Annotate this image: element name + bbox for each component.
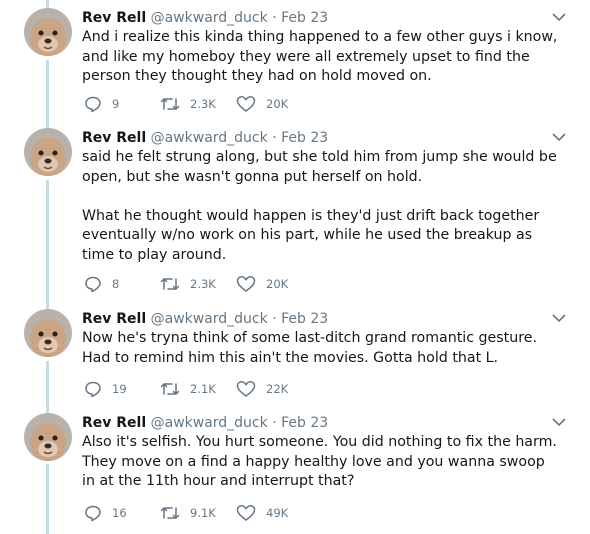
tweet-text: said he felt strung along, but she told … xyxy=(82,148,562,265)
tweet-header: Rev Rell @awkward_duck · Feb 23 xyxy=(82,128,328,148)
like-button[interactable]: 22K xyxy=(236,379,288,399)
tweet-header: Rev Rell @awkward_duck · Feb 23 xyxy=(82,8,328,28)
separator: · xyxy=(272,311,277,327)
retweet-icon xyxy=(160,98,180,110)
separator: · xyxy=(272,130,277,146)
reply-button[interactable]: 19 xyxy=(84,379,127,399)
heart-icon xyxy=(236,276,256,292)
reply-count: 16 xyxy=(112,506,127,520)
tweet-paragraph: said he felt strung along, but she told … xyxy=(82,149,557,185)
avatar[interactable] xyxy=(24,128,72,176)
retweet-count: 9.1K xyxy=(190,506,216,520)
reply-button[interactable]: 8 xyxy=(84,274,119,294)
tweet-text: Now he's tryna think of some last-ditch … xyxy=(82,329,562,368)
author-name[interactable]: Rev Rell xyxy=(82,130,146,146)
tweet-paragraph: What he thought would happen is they'd j… xyxy=(82,207,540,263)
chevron-down-icon[interactable] xyxy=(552,313,566,323)
tweet-paragraph: Also it's selfish. You hurt someone. You… xyxy=(82,434,557,489)
tweet-actions: 19 2.1K 22K xyxy=(82,379,382,399)
heart-icon xyxy=(236,381,256,397)
retweet-icon xyxy=(160,507,180,519)
tweet[interactable]: Rev Rell @awkward_duck · Feb 23 Also it'… xyxy=(0,413,590,534)
reply-icon xyxy=(85,505,101,522)
avatar[interactable] xyxy=(24,309,72,357)
chevron-down-icon[interactable] xyxy=(552,417,566,427)
tweet[interactable]: Rev Rell @awkward_duck · Feb 23 And i re… xyxy=(0,8,590,128)
retweet-icon xyxy=(160,383,180,395)
heart-icon xyxy=(236,505,256,521)
tweet-date[interactable]: Feb 23 xyxy=(281,311,328,327)
retweet-count: 2.3K xyxy=(190,277,216,291)
tweet-actions: 16 9.1K 49K xyxy=(82,503,382,523)
tweet-header: Rev Rell @awkward_duck · Feb 23 xyxy=(82,413,328,433)
chevron-down-icon[interactable] xyxy=(552,132,566,142)
author-handle[interactable]: @awkward_duck xyxy=(151,415,268,431)
like-count: 49K xyxy=(266,506,289,520)
reply-icon xyxy=(85,96,101,113)
like-button[interactable]: 20K xyxy=(236,274,288,294)
reply-count: 19 xyxy=(112,382,127,396)
tweet-date[interactable]: Feb 23 xyxy=(281,10,328,26)
retweet-button[interactable]: 9.1K xyxy=(160,503,216,523)
tweet-paragraph: And i realize this kinda thing happened … xyxy=(82,29,558,84)
like-count: 20K xyxy=(266,277,289,291)
author-name[interactable]: Rev Rell xyxy=(82,415,146,431)
author-handle[interactable]: @awkward_duck xyxy=(151,10,268,26)
tweet-actions: 9 2.3K 20K xyxy=(82,94,382,114)
tweet-header: Rev Rell @awkward_duck · Feb 23 xyxy=(82,309,328,329)
retweet-count: 2.3K xyxy=(190,97,216,111)
reply-icon xyxy=(85,276,101,293)
like-count: 20K xyxy=(266,97,289,111)
avatar[interactable] xyxy=(24,8,72,56)
reply-count: 9 xyxy=(112,97,120,111)
tweet[interactable]: Rev Rell @awkward_duck · Feb 23 Now he's… xyxy=(0,309,590,411)
reply-icon xyxy=(85,381,101,398)
author-name[interactable]: Rev Rell xyxy=(82,10,146,26)
separator: · xyxy=(272,415,277,431)
tweet-actions: 8 2.3K 20K xyxy=(82,274,382,294)
tweet[interactable]: Rev Rell @awkward_duck · Feb 23 said he … xyxy=(0,128,590,308)
author-handle[interactable]: @awkward_duck xyxy=(151,311,268,327)
like-button[interactable]: 49K xyxy=(236,503,288,523)
author-handle[interactable]: @awkward_duck xyxy=(151,130,268,146)
heart-icon xyxy=(236,96,256,112)
separator: · xyxy=(272,10,277,26)
retweet-icon xyxy=(160,278,180,290)
retweet-count: 2.1K xyxy=(190,382,216,396)
retweet-button[interactable]: 2.1K xyxy=(160,379,216,399)
reply-button[interactable]: 9 xyxy=(84,94,119,114)
reply-count: 8 xyxy=(112,277,120,291)
dog-avatar-image xyxy=(24,413,72,461)
chevron-down-icon[interactable] xyxy=(552,12,566,22)
tweet-text: And i realize this kinda thing happened … xyxy=(82,28,562,87)
dog-avatar-image xyxy=(24,128,72,176)
reply-button[interactable]: 16 xyxy=(84,503,127,523)
dog-avatar-image xyxy=(24,309,72,357)
tweet-text: Also it's selfish. You hurt someone. You… xyxy=(82,433,562,492)
retweet-button[interactable]: 2.3K xyxy=(160,94,216,114)
like-count: 22K xyxy=(266,382,289,396)
tweet-date[interactable]: Feb 23 xyxy=(281,130,328,146)
author-name[interactable]: Rev Rell xyxy=(82,311,146,327)
tweet-paragraph: Now he's tryna think of some last-ditch … xyxy=(82,330,537,366)
avatar[interactable] xyxy=(24,413,72,461)
tweet-date[interactable]: Feb 23 xyxy=(281,415,328,431)
retweet-button[interactable]: 2.3K xyxy=(160,274,216,294)
dog-avatar-image xyxy=(24,8,72,56)
like-button[interactable]: 20K xyxy=(236,94,288,114)
